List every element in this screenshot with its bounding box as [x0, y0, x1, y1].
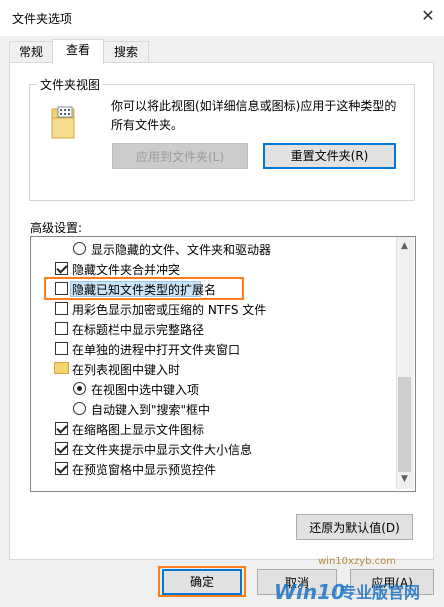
checkbox[interactable]	[55, 302, 68, 315]
svg-text:Win10: Win10	[274, 580, 345, 604]
folder-views-legend: 文件夹视图	[37, 76, 104, 93]
advanced-settings-label: 高级设置:	[30, 221, 83, 235]
tab-general[interactable]: 常规	[9, 41, 53, 63]
watermark-logo: Win10 专业版官网	[274, 580, 420, 604]
checkbox[interactable]	[55, 422, 68, 435]
advanced-settings-list[interactable]: 显示隐藏的文件、文件夹和驱动器 隐藏文件夹合并冲突 隐藏已知文件类型的扩展名 用…	[30, 236, 416, 492]
item-highlight-frame	[44, 277, 244, 300]
radio-button[interactable]	[73, 402, 86, 415]
list-item[interactable]: 自动键入到"搜索"框中	[31, 399, 396, 419]
tab-search[interactable]: 搜索	[103, 41, 149, 63]
window-title: 文件夹选项	[12, 12, 73, 26]
folder-icon	[54, 362, 69, 374]
restore-defaults-button[interactable]: 还原为默认值(D)	[296, 514, 413, 540]
folder-icon	[51, 106, 75, 139]
checkbox[interactable]	[55, 462, 68, 475]
scroll-up-icon[interactable]: ▲	[397, 240, 412, 253]
apply-to-folders-button[interactable]: 应用到文件夹(L)	[112, 143, 248, 169]
checkbox[interactable]	[55, 342, 68, 355]
list-item[interactable]: 显示隐藏的文件、文件夹和驱动器	[31, 239, 396, 259]
checkbox[interactable]	[55, 442, 68, 455]
list-item[interactable]: 在单独的进程中打开文件夹窗口	[31, 339, 396, 359]
radio-button[interactable]	[73, 382, 86, 395]
list-item[interactable]: 在标题栏中显示完整路径	[31, 319, 396, 339]
ok-button[interactable]: 确定	[162, 569, 242, 595]
list-item[interactable]: 在缩略图上显示文件图标	[31, 419, 396, 439]
scrollbar-thumb[interactable]	[398, 377, 411, 472]
list-item[interactable]: 隐藏文件夹合并冲突	[31, 259, 396, 279]
list-item[interactable]: 在视图中选中键入项	[31, 379, 396, 399]
tab-view[interactable]: 查看	[52, 39, 104, 64]
close-icon[interactable]: ✕	[420, 8, 436, 24]
scroll-down-icon[interactable]: ▼	[397, 473, 412, 486]
folder-views-description: 你可以将此视图(如详细信息或图标)应用于这种类型的所有文件夹。	[111, 99, 397, 132]
list-item: 在列表视图中键入时	[31, 359, 396, 379]
list-item[interactable]: 在预览窗格中显示预览控件	[31, 459, 396, 479]
list-item[interactable]: 在文件夹提示中显示文件大小信息	[31, 439, 396, 459]
checkbox[interactable]	[55, 262, 68, 275]
radio-button[interactable]	[73, 242, 86, 255]
svg-text:专业版官网: 专业版官网	[340, 583, 420, 602]
checkbox[interactable]	[55, 322, 68, 335]
watermark-site: win10xzyb.com	[318, 556, 396, 567]
list-item[interactable]: 用彩色显示加密或压缩的 NTFS 文件	[31, 299, 396, 319]
reset-folders-button[interactable]: 重置文件夹(R)	[263, 143, 396, 169]
